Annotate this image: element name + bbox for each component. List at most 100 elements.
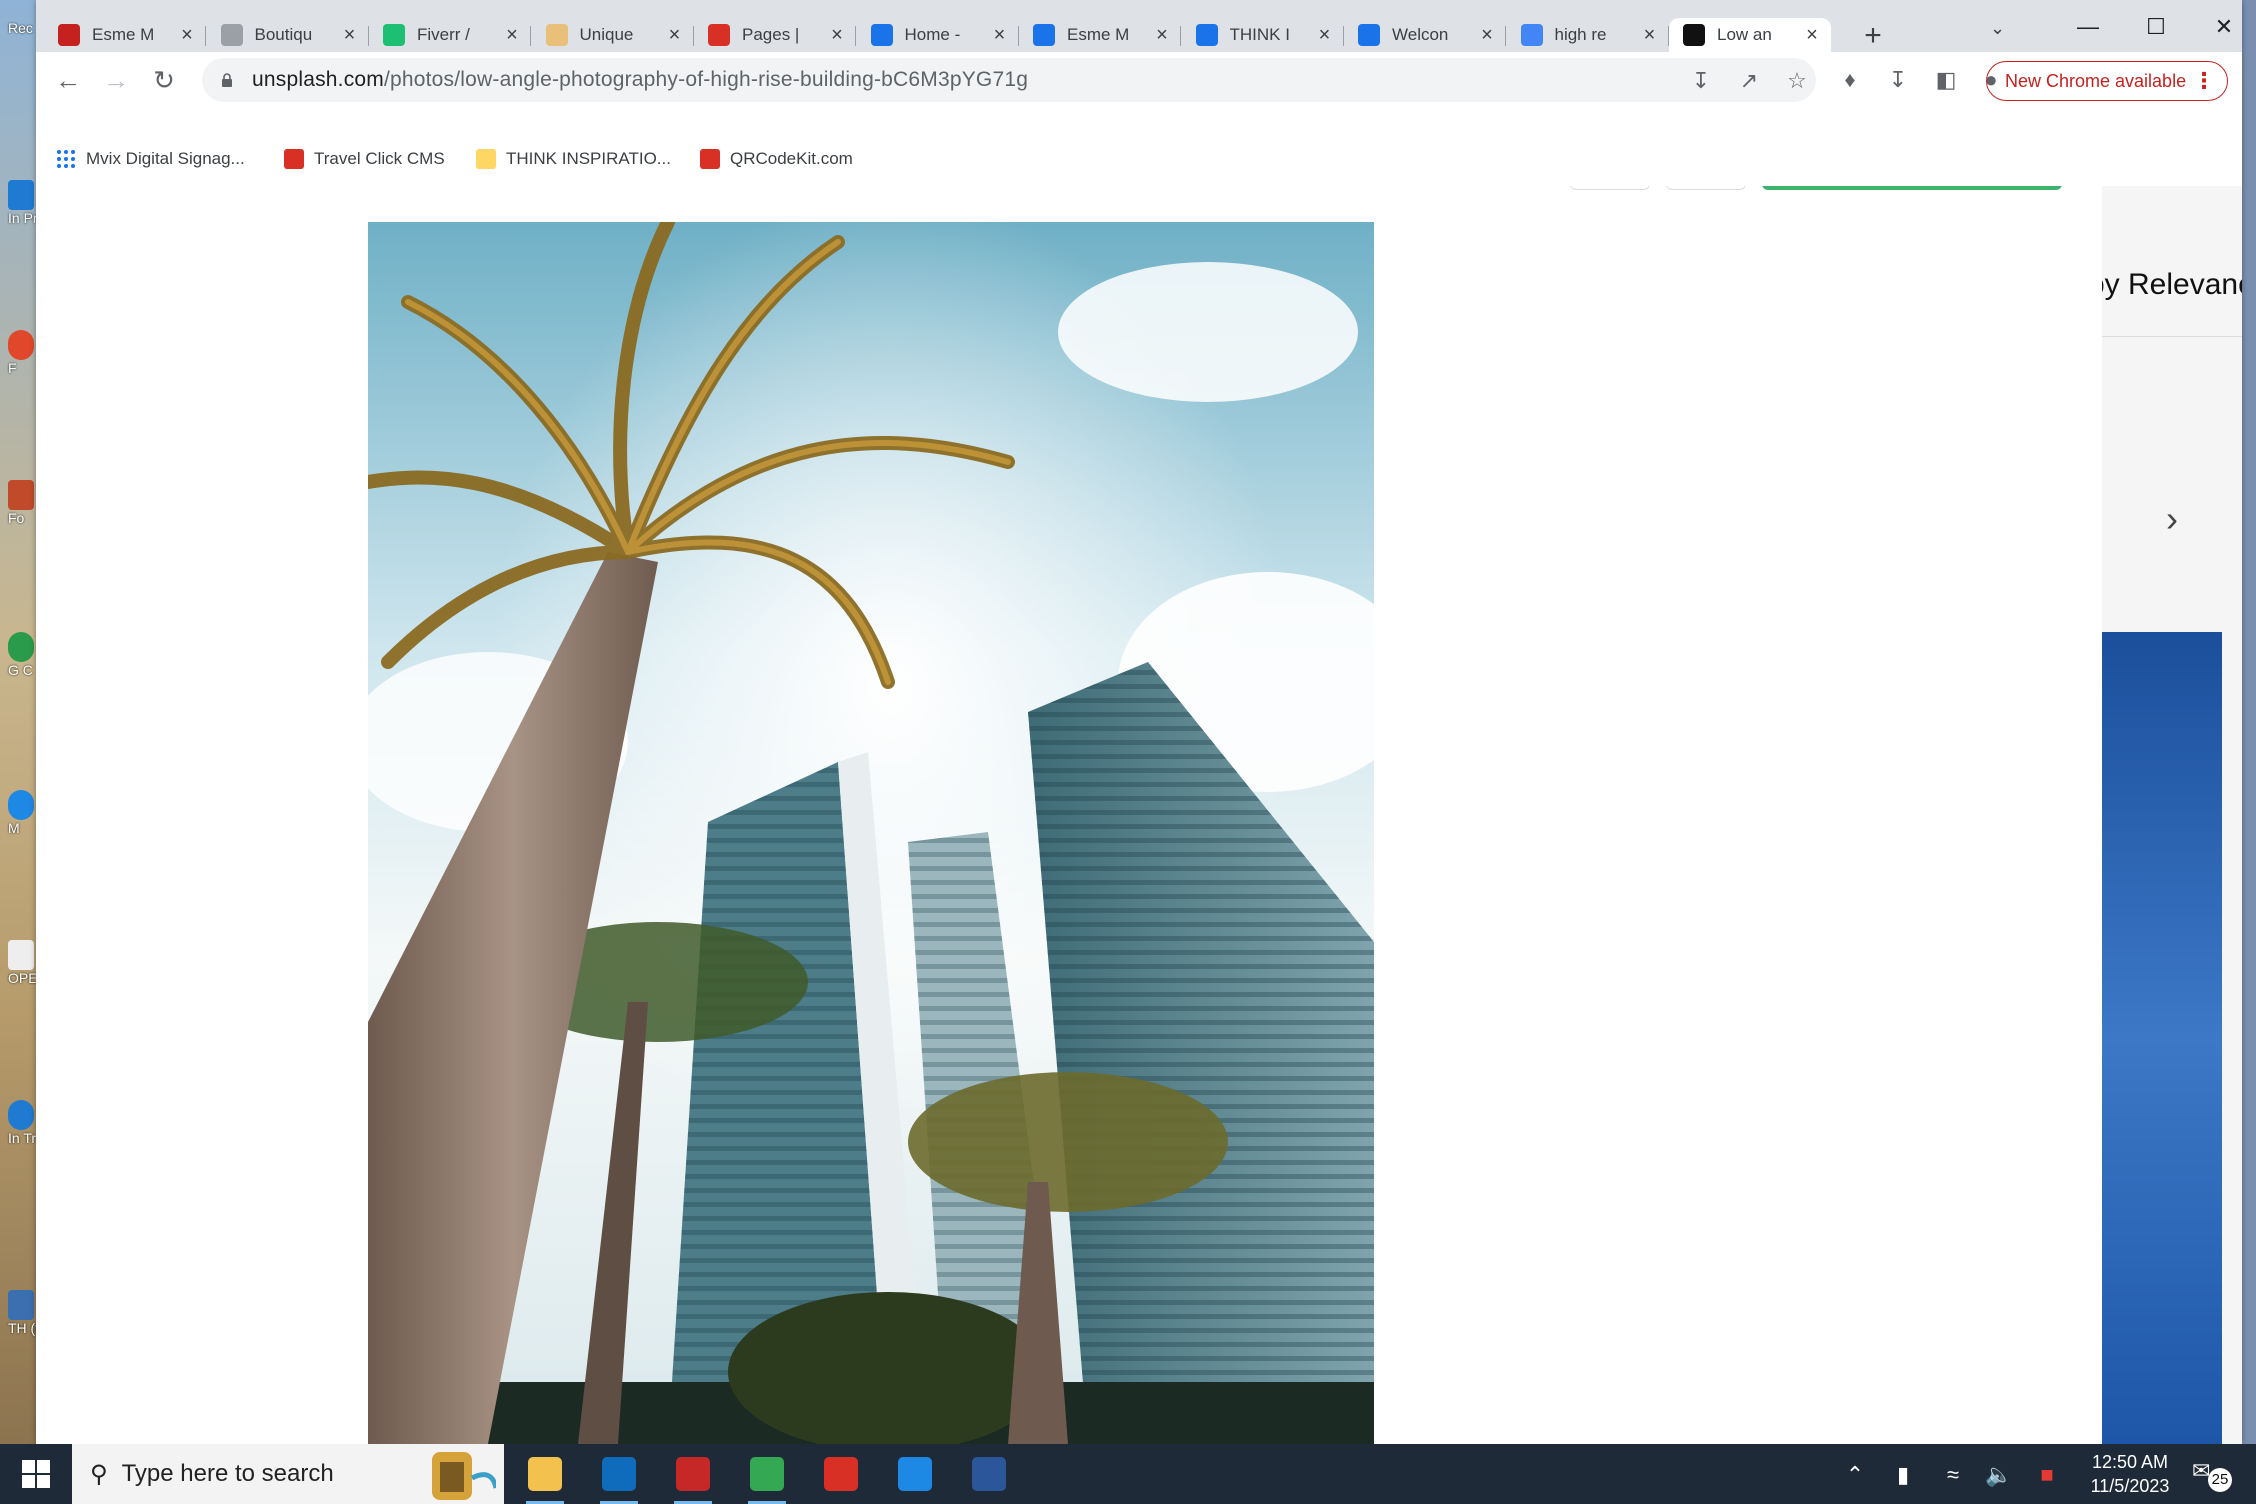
bookmarks-bar: Mvix Digital Signag... Travel Click CMS … — [36, 138, 2242, 180]
tab-6[interactable]: Esme M × — [1019, 18, 1181, 52]
tab-7[interactable]: THINK I × — [1182, 18, 1344, 52]
close-window-icon[interactable]: ✕ — [2204, 14, 2244, 40]
search-icon: ⚲ — [90, 1460, 108, 1488]
wifi-icon[interactable]: ≈ — [1938, 1462, 1968, 1488]
address-bar[interactable]: unsplash.com/photos/low-angle-photograph… — [202, 58, 1816, 102]
more-menu-icon: ⋮ — [2193, 68, 2215, 93]
downloads-icon[interactable]: ↧ — [1884, 66, 1912, 94]
like-button[interactable] — [1570, 186, 1650, 190]
close-tab-icon[interactable]: × — [1803, 24, 1821, 47]
reload-icon[interactable]: ↻ — [146, 62, 182, 98]
desktop-icon-4[interactable]: G C — [8, 632, 38, 688]
tab-title: THINK I — [1229, 25, 1290, 44]
close-tab-icon[interactable]: × — [828, 24, 846, 47]
outlook-icon — [602, 1457, 636, 1491]
search-highlight-pharaoh-icon — [432, 1452, 496, 1500]
tab-5[interactable]: Home - × — [857, 18, 1019, 52]
photo-modal — [36, 186, 2102, 1444]
close-tab-icon[interactable]: × — [1153, 24, 1171, 47]
extensions-puzzle-icon[interactable]: ♦ — [1836, 66, 1864, 94]
windows-start-icon[interactable] — [22, 1460, 50, 1488]
tab-10[interactable]: Low an × — [1669, 18, 1831, 52]
tab-3[interactable]: Unique × — [532, 18, 694, 52]
new-tab-button[interactable]: + — [1858, 21, 1888, 52]
file-explorer-icon — [528, 1457, 562, 1491]
back-arrow-icon[interactable]: ← — [50, 62, 86, 98]
side-panel-icon[interactable]: ◧ — [1932, 66, 1960, 94]
taskbar-app-edge[interactable] — [878, 1444, 952, 1504]
app-icon — [8, 480, 34, 510]
tab-title: Esme M — [1067, 25, 1130, 44]
bookmark-star-icon[interactable]: ☆ — [1784, 68, 1810, 94]
new-chrome-available-button[interactable]: New Chrome available ⋮ — [1986, 61, 2228, 101]
tab-title: Low an — [1717, 25, 1772, 44]
browser-window: Esme M × Boutiqu × Fiverr / × Unique × Pages | × H… — [36, 0, 2242, 1444]
taskbar-app-antivirus[interactable] — [656, 1444, 730, 1504]
install-app-icon[interactable]: ↧ — [1688, 68, 1714, 94]
desktop-icon-7[interactable]: In Tr — [8, 1100, 38, 1156]
volume-icon[interactable]: 🔈 — [1984, 1462, 2014, 1488]
battery-icon[interactable]: ▮ — [1888, 1462, 1918, 1488]
antivirus-tray-icon[interactable]: ■ — [2032, 1462, 2062, 1488]
taskbar-app-chrome[interactable] — [730, 1444, 804, 1504]
desktop-icon-2[interactable]: F — [8, 330, 38, 386]
tab-9[interactable]: high re × — [1507, 18, 1669, 52]
tab-1[interactable]: Boutiqu × — [207, 18, 369, 52]
close-tab-icon[interactable]: × — [1316, 24, 1334, 47]
taskbar-search-box[interactable]: ⚲ Type here to search — [72, 1444, 504, 1504]
close-tab-icon[interactable]: × — [991, 24, 1009, 47]
taskbar-app-acrobat[interactable] — [804, 1444, 878, 1504]
bookmark-think-inspiration[interactable]: THINK INSPIRATIO... — [476, 146, 671, 172]
tab-search-chevron-icon[interactable]: ⌄ — [1990, 18, 2005, 39]
close-tab-icon[interactable]: × — [178, 24, 196, 47]
desktop-icon-6[interactable]: OPE — [8, 940, 38, 996]
show-hidden-icons-icon[interactable]: ⌃ — [1840, 1462, 1870, 1488]
close-tab-icon[interactable]: × — [1641, 24, 1659, 47]
fiverr-icon — [383, 24, 405, 46]
chat-icon — [1358, 24, 1380, 46]
desktop-icon-recycle[interactable]: Rec — [8, 20, 38, 76]
share-icon[interactable]: ↗ — [1736, 68, 1762, 94]
tab-title: Fiverr / — [417, 25, 470, 44]
tab-8[interactable]: Welcon × — [1344, 18, 1506, 52]
desktop-icon-3[interactable]: Fo — [8, 480, 38, 536]
taskbar-app-file-explorer[interactable] — [508, 1444, 582, 1504]
close-tab-icon[interactable]: × — [341, 24, 359, 47]
minimize-icon[interactable]: — — [2068, 14, 2108, 40]
app-icon — [8, 940, 34, 970]
tab-title: Boutiqu — [254, 25, 313, 44]
tab-0[interactable]: Esme M × — [44, 18, 206, 52]
tab-title: Home - — [904, 25, 961, 44]
forward-arrow-icon[interactable]: → — [98, 62, 134, 98]
browser-toolbar: ← → ↻ unsplash.com/photos/low-angle-phot… — [36, 52, 2242, 108]
collect-button[interactable] — [1666, 186, 1746, 190]
chevron-right-icon[interactable]: › — [2166, 498, 2178, 540]
notification-center-button[interactable]: ✉ 25 — [2192, 1458, 2232, 1492]
travelclick-icon — [284, 149, 304, 169]
app-icon — [8, 1100, 34, 1130]
desktop-icon-1[interactable]: In Pro — [8, 180, 45, 236]
clock[interactable]: 12:50 AM 11/5/2023 — [2070, 1450, 2190, 1498]
background-thumbnail[interactable] — [2102, 632, 2222, 1444]
tab-2[interactable]: Fiverr / × — [369, 18, 531, 52]
download-button[interactable] — [1762, 186, 2062, 190]
close-tab-icon[interactable]: × — [666, 24, 684, 47]
close-tab-icon[interactable]: × — [1478, 24, 1496, 47]
bookmark-qrcodekit[interactable]: QRCodeKit.com — [700, 146, 853, 172]
apps-grid-icon — [57, 150, 75, 168]
desktop-icon-8[interactable]: TH (thg — [8, 1290, 55, 1346]
chrome-icon — [750, 1457, 784, 1491]
clock-date: 11/5/2023 — [2090, 1476, 2170, 1496]
tab-4[interactable]: Pages | × — [694, 18, 856, 52]
bookmark-mvix[interactable]: Mvix Digital Signag... — [56, 146, 245, 172]
bookmark-travel-click[interactable]: Travel Click CMS — [284, 146, 445, 172]
close-tab-icon[interactable]: × — [503, 24, 521, 47]
main-photo[interactable] — [368, 222, 1374, 1444]
app-icon — [8, 330, 34, 360]
desktop-icon-5[interactable]: M — [8, 790, 38, 846]
lock-icon — [222, 73, 232, 87]
divider — [2102, 336, 2242, 337]
maximize-icon[interactable]: ☐ — [2136, 14, 2176, 40]
taskbar-app-outlook[interactable] — [582, 1444, 656, 1504]
taskbar-app-word[interactable] — [952, 1444, 1026, 1504]
